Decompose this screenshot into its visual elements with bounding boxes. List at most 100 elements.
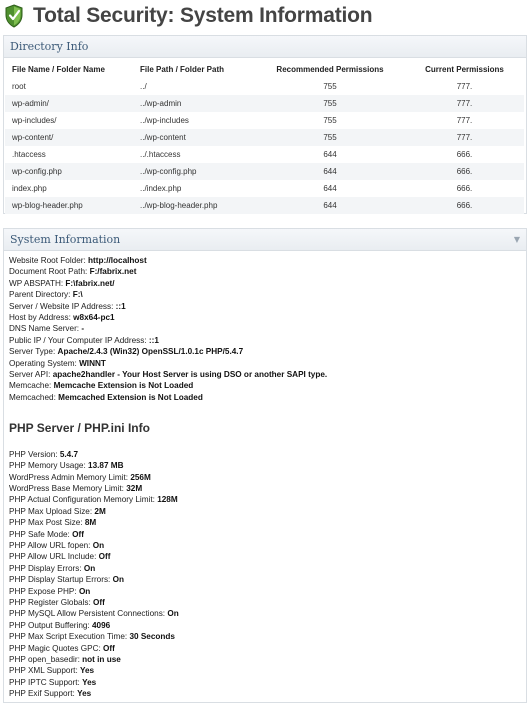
column-header: File Path / Folder Path bbox=[140, 64, 225, 74]
column-header: File Name / Folder Name bbox=[12, 64, 105, 74]
info-label: PHP XML Support: bbox=[9, 666, 80, 676]
php-info-item: PHP Allow URL fopen: On bbox=[9, 540, 526, 551]
table-cell: ../wp-blog-header.php bbox=[133, 197, 255, 214]
info-value: Off bbox=[93, 597, 105, 607]
directory-info-title: Directory Info bbox=[10, 40, 89, 53]
php-info-item: PHP MySQL Allow Persistent Connections: … bbox=[9, 608, 526, 619]
info-label: PHP Max Post Size: bbox=[9, 518, 85, 528]
table-row: root ../ 755 777. bbox=[5, 78, 524, 95]
table-cell: 777. bbox=[405, 95, 524, 112]
info-value: 128M bbox=[157, 495, 178, 505]
php-info-item: PHP Exif Support: Yes bbox=[9, 688, 526, 699]
table-cell: wp-config.php bbox=[5, 163, 133, 180]
php-info-item: PHP IPTC Support: Yes bbox=[9, 677, 526, 688]
info-value: Memcache Extension is Not Loaded bbox=[53, 381, 194, 391]
info-label: DNS Name Server: bbox=[9, 324, 82, 334]
table-row: index.php ../index.php 644 666. bbox=[5, 180, 524, 197]
server-info-item: DNS Name Server: - bbox=[9, 323, 526, 334]
info-value: 2M bbox=[94, 506, 106, 516]
table-cell: ../wp-config.php bbox=[133, 163, 255, 180]
page-header: Total Security: System Information bbox=[4, 2, 373, 30]
server-info-item: Host by Address: w8x64-pc1 bbox=[9, 312, 526, 323]
info-label: WP ABSPATH: bbox=[9, 278, 66, 288]
table-cell: index.php bbox=[12, 184, 47, 193]
table-cell: wp-content/ bbox=[5, 129, 133, 146]
server-info-item: WP ABSPATH: F:\fabrix.net/ bbox=[9, 278, 526, 289]
table-row: wp-config.php ../wp-config.php 644 666. bbox=[5, 163, 524, 180]
info-value: not in use bbox=[82, 655, 121, 664]
info-value: apache2handler - Your Host Server is usi… bbox=[52, 370, 328, 380]
info-label: PHP open_basedir: bbox=[9, 655, 83, 664]
info-label: PHP Memory Usage: bbox=[9, 461, 89, 471]
php-info-item: PHP Actual Configuration Memory Limit: 1… bbox=[9, 494, 526, 505]
table-row: wp-content/../wp-content 755 777. bbox=[5, 129, 524, 146]
php-info-item: PHP Max Script Execution Time: 30 Second… bbox=[9, 631, 526, 642]
info-label: PHP Magic Quotes GPC: bbox=[9, 643, 104, 653]
info-value: 32M bbox=[126, 483, 143, 493]
table-cell: wp-includes/ bbox=[12, 116, 57, 125]
info-value: 13.87 MB bbox=[88, 461, 124, 471]
info-label: PHP Output Buffering: bbox=[9, 620, 92, 630]
info-label: PHP Max Script Execution Time: bbox=[9, 632, 130, 642]
table-cell: 644 bbox=[323, 150, 337, 159]
server-info-item: Memcached: Memcached Extension is Not Lo… bbox=[9, 392, 526, 403]
directory-info-header[interactable]: Directory Info bbox=[4, 36, 526, 58]
system-information-title: System Information bbox=[10, 233, 121, 246]
collapse-arrow-icon[interactable]: ▼ bbox=[514, 229, 520, 251]
info-value: Yes bbox=[82, 677, 97, 687]
system-information-panel: System Information ▼ Website Root Folder… bbox=[3, 228, 527, 703]
info-value: 256M bbox=[130, 472, 151, 482]
info-value: WINNT bbox=[79, 358, 106, 368]
info-value: Off bbox=[98, 552, 111, 562]
server-info-item: Parent Directory: F:\ bbox=[9, 289, 526, 300]
info-label: WordPress Admin Memory Limit: bbox=[9, 472, 131, 482]
shield-check-icon bbox=[5, 4, 23, 28]
info-label: PHP Actual Configuration Memory Limit: bbox=[9, 495, 158, 505]
php-info-item: WordPress Base Memory Limit: 32M bbox=[9, 483, 526, 494]
info-value: 30 Seconds bbox=[129, 632, 175, 642]
column-header: Recommended Permissions bbox=[276, 64, 384, 74]
server-info-item: Server / Website IP Address: ::1 bbox=[9, 301, 526, 312]
php-info-item: WordPress Admin Memory Limit: 256M bbox=[9, 472, 526, 483]
php-info-item: PHP Safe Mode: Off bbox=[9, 529, 526, 540]
table-row: wp-admin/../wp-admin 755 777. bbox=[5, 95, 524, 112]
table-cell: 755 bbox=[323, 82, 337, 91]
info-label: PHP Register Globals: bbox=[9, 597, 94, 607]
info-value: On bbox=[112, 575, 124, 585]
info-value: On bbox=[83, 563, 96, 573]
server-info-item: Operating System: WINNT bbox=[9, 358, 526, 369]
table-row: wp-blog-header.php ../wp-blog-header.php 6… bbox=[5, 197, 524, 214]
info-label: Operating System: bbox=[9, 358, 80, 368]
table-cell: ../ bbox=[140, 82, 147, 91]
info-label: WordPress Base Memory Limit: bbox=[9, 483, 127, 493]
php-info-item: PHP Allow URL Include: Off bbox=[9, 551, 526, 562]
info-label: Memcached: bbox=[9, 392, 59, 402]
table-cell: wp-blog-header.php bbox=[5, 197, 133, 214]
info-label: PHP IPTC Support: bbox=[9, 677, 83, 687]
table-cell: 755 bbox=[255, 129, 405, 146]
info-label: Memcache: bbox=[9, 381, 54, 391]
table-header-row: File Name / Folder Name File Path / Fold… bbox=[5, 60, 524, 78]
server-info-item: Website Root Folder: http://localhost bbox=[9, 255, 526, 266]
info-label: PHP Safe Mode: bbox=[9, 529, 73, 539]
table-cell: 644 bbox=[323, 184, 337, 193]
info-label: PHP Allow URL fopen: bbox=[9, 540, 93, 550]
info-value: http://localhost bbox=[88, 256, 147, 265]
info-label: PHP Display Startup Errors: bbox=[9, 575, 113, 585]
php-info-item: PHP Output Buffering: 4096 bbox=[9, 620, 526, 631]
table-cell: 777. bbox=[405, 129, 524, 146]
info-value: Memcached Extension is Not Loaded bbox=[58, 392, 203, 402]
info-label: Server Type: bbox=[9, 347, 58, 357]
table-cell: .htaccess bbox=[12, 150, 46, 159]
table-cell: wp-admin/ bbox=[5, 95, 133, 112]
info-value: F:\fabrix.net/ bbox=[65, 278, 115, 288]
info-label: Document Root Path: bbox=[9, 267, 90, 277]
php-info-item: PHP Max Post Size: 8M bbox=[9, 517, 526, 528]
table-cell: ../wp-includes bbox=[140, 116, 189, 125]
php-info-item: PHP Memory Usage: 13.87 MB bbox=[9, 460, 526, 471]
info-value: Off bbox=[72, 529, 84, 539]
info-label: PHP Max Upload Size: bbox=[9, 506, 95, 516]
info-label: Server API: bbox=[9, 370, 53, 380]
server-info-item: Server API: apache2handler - Your Host S… bbox=[9, 369, 526, 380]
system-information-header[interactable]: System Information ▼ bbox=[4, 229, 526, 251]
